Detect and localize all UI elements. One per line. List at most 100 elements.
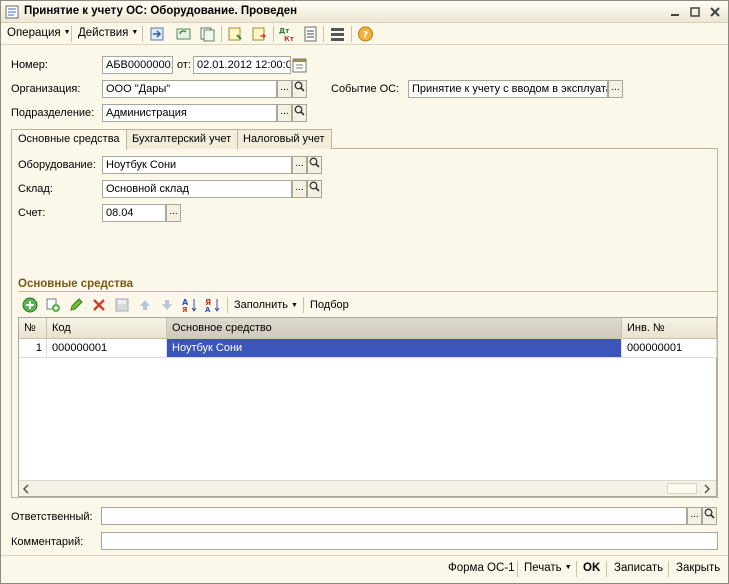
actions-menu-label: Действия [78,27,129,39]
dropdown-arrow-icon: ▼ [564,564,572,572]
refresh-icon[interactable] [175,26,192,42]
search-icon [294,105,305,116]
column-header-asset[interactable]: Основное средство [167,318,622,339]
list-settings-icon[interactable] [329,26,346,42]
search-icon [294,81,305,92]
print-menu-label: Печать [524,562,562,574]
column-header-inventory[interactable]: Инв. № [622,318,717,339]
form-os1-button[interactable]: Форма ОС-1 [448,562,515,574]
debit-credit-icon[interactable]: ДтКт [278,26,295,42]
scroll-right-icon[interactable] [702,484,712,494]
close-icon[interactable] [708,5,722,19]
toolbar-separator [273,26,274,42]
svg-text:?: ? [363,30,369,41]
event-select-button[interactable]: ... [608,80,623,98]
horizontal-scrollbar[interactable] [19,480,716,496]
dropdown-arrow-icon: ▼ [291,301,298,309]
end-edit-icon [115,298,129,312]
svg-text:Дт: Дт [279,27,290,35]
responsible-field[interactable] [101,507,687,525]
cell-code[interactable]: 000000001 [47,339,167,358]
fill-menu[interactable]: Заполнить ▼ [234,299,298,311]
delete-row-icon[interactable] [91,297,107,313]
operation-menu-label: Операция [7,27,61,39]
document-window: Принятие к учету ОС: Оборудование. Прове… [0,0,729,584]
scroll-thumb[interactable] [667,483,697,494]
cell-number[interactable]: 1 [19,339,47,358]
account-select-button[interactable]: ... [166,204,181,222]
structure-icon[interactable] [227,26,244,42]
window-title: Принятие к учету ОС: Оборудование. Прове… [24,5,298,17]
sort-ascending-icon[interactable]: AЯ [182,297,198,313]
assets-section-title: Основные средства [18,278,134,290]
warehouse-open-button[interactable] [307,180,322,198]
event-label: Событие ОС: [331,83,400,95]
department-label: Подразделение: [11,107,95,119]
scroll-left-icon[interactable] [21,484,31,494]
department-open-button[interactable] [292,104,307,122]
toolbar-separator [221,26,222,42]
department-field[interactable]: Администрация [102,104,277,122]
warehouse-field[interactable]: Основной склад [102,180,292,198]
cell-inventory[interactable]: 000000001 [622,339,717,358]
copy-row-icon[interactable] [45,297,61,313]
account-field[interactable]: 08.04 [102,204,166,222]
responsible-open-button[interactable] [702,507,717,525]
equipment-open-button[interactable] [307,156,322,174]
comment-label: Комментарий: [11,536,84,548]
date-field[interactable]: 02.01.2012 12:00:00 [193,56,291,74]
close-button[interactable]: Закрыть [676,562,720,574]
search-icon [309,181,320,192]
cell-asset[interactable]: Ноутбук Сони [167,339,622,358]
toolbar-separator [517,561,518,577]
warehouse-select-button[interactable]: ... [292,180,307,198]
dropdown-arrow-icon: ▼ [131,29,139,37]
report-icon[interactable] [302,26,319,42]
organization-open-button[interactable] [292,80,307,98]
assets-table[interactable]: № Код Основное средство Инв. № 1 0000000… [18,317,717,497]
move-up-icon [140,300,150,310]
edit-row-icon[interactable] [68,297,84,313]
tab-accounting[interactable]: Бухгалтерский учет [125,129,239,149]
copy-document-icon[interactable] [199,26,216,42]
toolbar-separator [576,561,577,577]
column-header-code[interactable]: Код [47,318,167,339]
save-button[interactable]: Записать [614,562,663,574]
equipment-field[interactable]: Ноутбук Сони [102,156,292,174]
toolbar-separator [351,26,352,42]
calendar-icon[interactable] [292,57,307,73]
organization-field[interactable]: ООО "Дары" [102,80,277,98]
post-and-close-icon[interactable] [149,26,166,42]
add-row-icon[interactable] [22,297,38,313]
sort-descending-icon[interactable]: ЯA [205,297,221,313]
ok-button[interactable]: OK [583,562,600,574]
comment-field[interactable] [101,532,718,550]
tab-tax-accounting[interactable]: Налоговый учет [236,129,332,149]
pick-button[interactable]: Подбор [310,299,349,311]
maximize-icon[interactable] [688,5,702,19]
toolbar-separator [668,561,669,577]
document-icon [5,5,19,19]
toolbar-separator [71,26,72,42]
event-field[interactable]: Принятие к учету с вводом в эксплуатацию [408,80,608,98]
operation-menu[interactable]: Операция ▼ [7,27,71,39]
column-header-number[interactable]: № [19,318,47,339]
toolbar-separator [142,26,143,42]
svg-text:A: A [205,306,211,313]
actions-menu[interactable]: Действия ▼ [78,27,138,39]
minimize-icon[interactable] [668,5,682,19]
command-bar: Операция ▼ Действия ▼ Дт Кт ? [1,23,728,45]
help-icon[interactable]: ? [357,26,374,42]
responsible-select-button[interactable]: ... [687,507,702,525]
toolbar-separator [606,561,607,577]
responsible-label: Ответственный: [11,511,93,523]
equipment-select-button[interactable]: ... [292,156,307,174]
organization-select-button[interactable]: ... [277,80,292,98]
fill-menu-label: Заполнить [234,299,289,311]
move-document-icon[interactable] [251,26,268,42]
number-field[interactable]: АБВ00000001 [102,56,173,74]
tab-fixed-assets[interactable]: Основные средства [11,129,127,150]
print-menu[interactable]: Печать ▼ [524,562,572,574]
warehouse-label: Склад: [18,183,53,195]
department-select-button[interactable]: ... [277,104,292,122]
